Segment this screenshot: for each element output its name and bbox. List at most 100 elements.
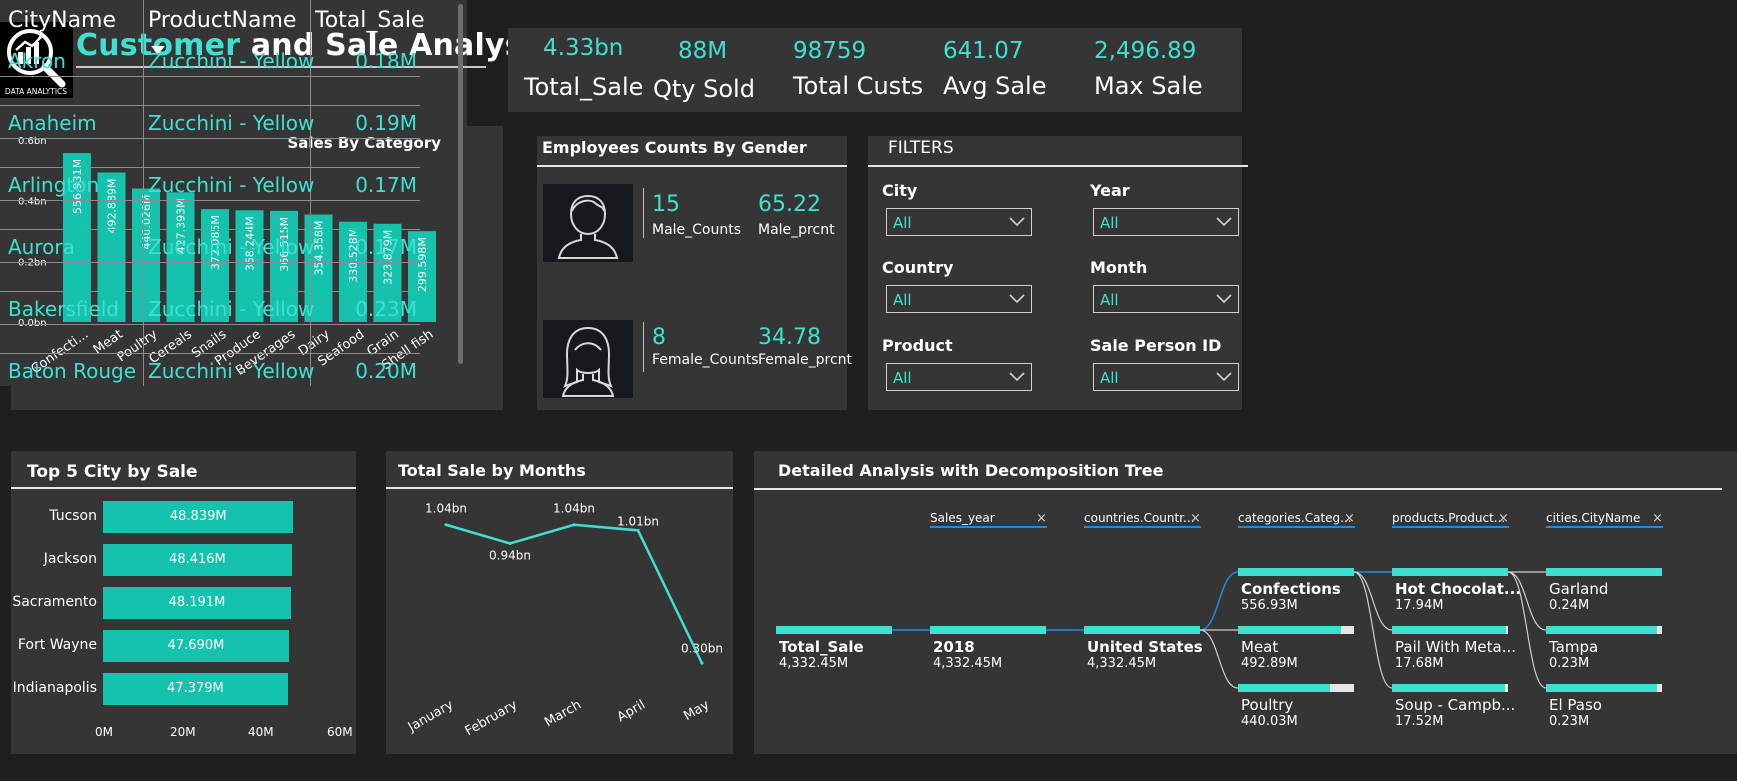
- bar[interactable]: 48.416M: [103, 544, 292, 576]
- tree-node-year-name: 2018: [933, 638, 975, 656]
- y-tick: 0.4bn: [18, 197, 47, 208]
- series-line: [445, 523, 704, 664]
- female-separator: [643, 322, 644, 372]
- tree-node-bar-product[interactable]: [1392, 684, 1508, 692]
- tree-node-bar-category[interactable]: [1238, 626, 1354, 634]
- tree-node-bar-country[interactable]: [1084, 626, 1200, 634]
- kpi-value: 98759: [793, 38, 867, 64]
- filter-month-dropdown[interactable]: All: [1093, 285, 1239, 313]
- filter-city-dropdown[interactable]: All: [886, 208, 1032, 236]
- table-cell-city: Arlington: [8, 173, 100, 197]
- bar[interactable]: 47.690M: [103, 630, 289, 662]
- kpi-value: 2,496.89: [1094, 38, 1197, 64]
- top5-title: Top 5 City by Sale: [27, 462, 198, 482]
- column-header-cityname[interactable]: CityName: [8, 8, 116, 33]
- tree-node-category-value: 440.03M: [1241, 714, 1298, 729]
- employees-title: Employees Counts By Gender: [542, 138, 807, 157]
- x-tick: 60M: [327, 725, 353, 739]
- female-count: 8: [652, 325, 666, 350]
- table-scrollbar[interactable]: [458, 4, 463, 364]
- tree-node-category-value: 492.89M: [1241, 656, 1298, 671]
- table-cell-product: Zucchini - Yellow: [148, 49, 315, 73]
- data-label: 0.30bn: [681, 641, 723, 655]
- tree-node-country-name: United States: [1087, 638, 1203, 656]
- tree-node-category-value: 556.93M: [1241, 598, 1298, 613]
- sales-by-month-chart: Total Sale by Months 1.04bn January 0.94bn F…: [386, 461, 733, 739]
- data-label: 1.04bn: [425, 502, 467, 516]
- male-count: 15: [652, 192, 680, 217]
- tree-node-bar-product[interactable]: [1392, 626, 1508, 634]
- table-cell-city: Anaheim: [8, 111, 97, 135]
- column-header-productname[interactable]: ProductName: [148, 8, 296, 33]
- tree-node-product-value: 17.52M: [1395, 714, 1444, 729]
- filter-product-dropdown[interactable]: All: [886, 363, 1032, 391]
- row-divider: [0, 229, 420, 230]
- kpi-label: Total_Sale: [524, 73, 644, 101]
- row-divider: [0, 353, 420, 354]
- tree-node-product-name: Soup - Campb...: [1395, 696, 1516, 714]
- kpi-value: 4.33bn: [543, 35, 624, 61]
- chevron-down-icon: [1009, 217, 1025, 227]
- city-label: Sacramento: [12, 594, 97, 610]
- row-divider: [0, 138, 420, 139]
- kpi-value: 88M: [678, 38, 728, 64]
- table-cell-city: Aurora: [8, 235, 75, 259]
- tree-node-bar-year[interactable]: [930, 626, 1046, 634]
- table-cell-city: Bakersfield: [8, 297, 119, 321]
- city-label: Jackson: [43, 551, 97, 567]
- chevron-down-icon: [1216, 372, 1232, 382]
- tree-node-bar-category[interactable]: [1238, 568, 1354, 576]
- filter-country-dropdown[interactable]: All: [886, 285, 1032, 313]
- x-tick: May: [681, 697, 712, 724]
- tree-node-bar-city[interactable]: [1546, 568, 1662, 576]
- filter-city-label: City: [882, 181, 918, 200]
- filters-panel: FILTERS City All Year All Country All Mo…: [868, 136, 1248, 410]
- table-cell-sale: 0.17M: [355, 235, 417, 259]
- employees-panel: Employees Counts By Gender 15 Male_Count…: [537, 136, 852, 410]
- tree-node-bar-product[interactable]: [1392, 568, 1508, 576]
- bar[interactable]: 48.191M: [103, 587, 291, 619]
- tree-node-category-name: Poultry: [1241, 696, 1294, 714]
- female-percent: 34.78: [758, 325, 821, 350]
- filter-country-value: All: [893, 291, 912, 309]
- column-divider: [143, 0, 144, 386]
- chevron-down-icon: [1009, 372, 1025, 382]
- data-label: 299.598M: [416, 237, 429, 292]
- tree-node-bar-city[interactable]: [1546, 626, 1662, 634]
- kpi-card: 4.33bn Total_Sale 88M Qty Sold 98759 Tot…: [508, 28, 1242, 112]
- header-line: [386, 487, 733, 489]
- data-point: [636, 528, 640, 532]
- data-label: 48.416M: [169, 552, 226, 567]
- row-divider: [0, 76, 420, 77]
- male-percent-label: Male_prcnt: [758, 222, 835, 238]
- kpi-value: 641.07: [943, 38, 1024, 64]
- filter-salesperson-dropdown[interactable]: All: [1093, 363, 1239, 391]
- top5-city-panel: Top 5 City by Sale Tucson 48.839M Jackson 4…: [11, 451, 356, 754]
- logo-text: DATA ANALYTICS: [5, 87, 67, 96]
- filter-month-value: All: [1100, 291, 1119, 309]
- male-separator: [643, 188, 644, 238]
- filter-year-value: All: [1100, 214, 1119, 232]
- filter-year-label: Year: [1090, 181, 1130, 200]
- table-cell-product: Zucchini - Yellow: [148, 235, 315, 259]
- tree-node-product-name: Hot Chocolat...: [1395, 580, 1521, 598]
- filters-title: FILTERS: [888, 138, 954, 158]
- bar[interactable]: 48.839M: [103, 501, 294, 533]
- chart-title: Total Sale by Months: [398, 461, 586, 480]
- bar[interactable]: 47.379M: [103, 673, 288, 705]
- filter-product-value: All: [893, 369, 912, 387]
- tree-node-year-value: 4,332.45M: [933, 656, 1003, 671]
- filter-year-dropdown[interactable]: All: [1093, 208, 1239, 236]
- table-cell-product: Zucchini - Yellow: [148, 297, 315, 321]
- table-cell-sale: 0.23M: [355, 297, 417, 321]
- table-cell-sale: 0.20M: [355, 359, 417, 383]
- x-tick: March: [542, 697, 584, 730]
- tree-node-bar-category[interactable]: [1238, 684, 1354, 692]
- tree-node-bar-root[interactable]: [776, 626, 892, 634]
- tree-node-product-name: Pail With Meta...: [1395, 638, 1517, 656]
- tree-node-root-name: Total_Sale: [779, 638, 864, 656]
- tree-node-bar-city[interactable]: [1546, 684, 1662, 692]
- x-tick: April: [615, 697, 648, 725]
- column-header-total-sale[interactable]: Total_Sale: [315, 8, 424, 33]
- table-cell-sale: 0.18M: [355, 49, 417, 73]
